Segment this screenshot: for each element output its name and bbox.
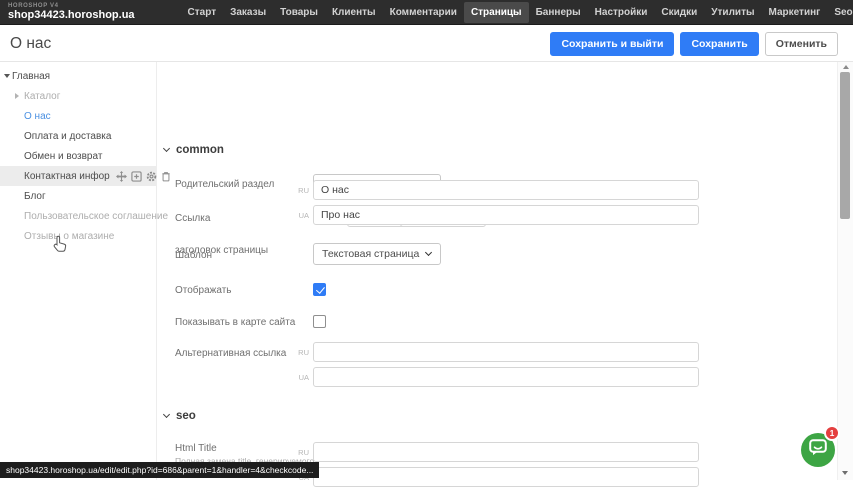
topbar-menu-item-4[interactable]: Комментарии: [383, 2, 464, 23]
cancel-button[interactable]: Отменить: [765, 32, 838, 56]
collapse-chevron-icon: [163, 411, 170, 418]
topbar-menu-item-6[interactable]: Баннеры: [529, 2, 588, 23]
sidebar-item-4[interactable]: Обмен и возврат: [0, 146, 156, 166]
sidebar-item-3[interactable]: Оплата и доставка: [0, 126, 156, 146]
settings-icon[interactable]: [146, 171, 157, 182]
alt-link-ua-input[interactable]: [313, 367, 699, 387]
vertical-scrollbar[interactable]: [837, 62, 853, 480]
chat-unread-badge: 1: [824, 425, 840, 441]
logo[interactable]: HOROSHOP V4 shop34423.horoshop.ua: [8, 3, 135, 21]
save-and-exit-button[interactable]: Сохранить и выйти: [550, 32, 674, 56]
topbar-menu-item-1[interactable]: Заказы: [223, 2, 273, 23]
lang-tag-ru: RU: [289, 348, 309, 357]
select-chevron-icon: [425, 249, 432, 256]
sidebar-item-label: Отзывы о магазине: [24, 231, 114, 242]
sidebar-item-2[interactable]: О нас: [0, 106, 156, 126]
section-title: common: [176, 144, 224, 156]
scroll-down-arrow-icon[interactable]: [842, 471, 848, 475]
template-select[interactable]: Текстовая страница: [313, 243, 441, 265]
sidebar-item-label: О нас: [24, 111, 51, 122]
lang-tag-ua: UA: [289, 211, 309, 220]
link-label: Ссылка: [175, 213, 210, 224]
topbar-menu-item-7[interactable]: Настройки: [588, 2, 655, 23]
section-header-common[interactable]: common: [164, 144, 224, 156]
sidebar-item-label: Обмен и возврат: [24, 151, 102, 162]
topbar-menu-item-9[interactable]: Утилиты: [704, 2, 761, 23]
chat-bubble-icon: [809, 439, 827, 461]
pages-tree-sidebar: Главная Каталог О нас Оплата и доставка Обме…: [0, 62, 157, 480]
add-icon[interactable]: [131, 171, 142, 182]
sidebar-item-8[interactable]: Отзывы о магазине: [0, 226, 156, 246]
sidebar-item-label: Главная: [12, 71, 50, 82]
html-title-label: Html Title: [175, 443, 217, 454]
collapse-chevron-icon: [163, 145, 170, 152]
caret-down-icon[interactable]: [4, 74, 10, 78]
sidebar-item-5[interactable]: Контактная инфор: [0, 166, 156, 186]
lang-tag-ua: UA: [289, 373, 309, 382]
page-heading-ru-input[interactable]: [313, 180, 699, 200]
header-buttons: Сохранить и выйти Сохранить Отменить: [550, 32, 838, 56]
scrollbar-thumb[interactable]: [840, 72, 850, 219]
display-checkbox[interactable]: [313, 283, 326, 296]
html-title-ua-input[interactable]: [313, 467, 699, 487]
save-button[interactable]: Сохранить: [680, 32, 758, 56]
sitemap-label: Показывать в карте сайта: [175, 317, 295, 328]
sidebar-item-label: Контактная инфор: [24, 171, 110, 182]
sidebar-item-label: Оплата и доставка: [24, 131, 111, 142]
page-heading-ua-input[interactable]: [313, 205, 699, 225]
sidebar-item-label: Пользовательское соглашение: [24, 211, 168, 222]
status-url-tooltip: shop34423.horoshop.ua/edit/edit.php?id=6…: [0, 462, 319, 478]
alt-link-label: Альтернативная ссылка: [175, 348, 286, 359]
topbar-menu-item-10[interactable]: Маркетинг: [762, 2, 828, 23]
topbar-menu: СтартЗаказыТоварыКлиентыКомментарииСтран…: [181, 2, 853, 23]
logo-domain-label: shop34423.horoshop.ua: [8, 10, 135, 21]
html-title-ru-input[interactable]: [313, 442, 699, 462]
sidebar-item-1[interactable]: Каталог: [0, 86, 156, 106]
template-value: Текстовая страница: [322, 248, 419, 260]
page-header: О нас Сохранить и выйти Сохранить Отмени…: [0, 25, 853, 62]
alt-link-ru-input[interactable]: [313, 342, 699, 362]
lang-tag-ru: RU: [289, 448, 309, 457]
page-title: О нас: [10, 35, 51, 53]
scroll-up-arrow-icon[interactable]: [843, 65, 849, 69]
topbar-menu-item-8[interactable]: Скидки: [654, 2, 704, 23]
sidebar-item-label: Блог: [24, 191, 46, 202]
topbar-menu-item-2[interactable]: Товары: [273, 2, 325, 23]
caret-right-icon[interactable]: [15, 93, 19, 99]
sidebar-item-7[interactable]: Пользовательское соглашение: [0, 206, 156, 226]
lang-tag-ru: RU: [289, 186, 309, 195]
sidebar-item-6[interactable]: Блог: [0, 186, 156, 206]
sidebar-item-label: Каталог: [24, 91, 60, 102]
topbar-menu-item-0[interactable]: Старт: [181, 2, 224, 23]
sidebar-item-0[interactable]: Главная: [0, 66, 156, 86]
display-label: Отображать: [175, 285, 231, 296]
section-header-seo[interactable]: seo: [164, 410, 196, 422]
topbar: HOROSHOP V4 shop34423.horoshop.ua СтартЗ…: [0, 0, 853, 25]
parent-section-label: Родительский раздел: [175, 179, 274, 190]
page-edit-form: common Родительский раздел Главная Ссылк…: [157, 62, 837, 480]
topbar-menu-item-3[interactable]: Клиенты: [325, 2, 383, 23]
topbar-menu-item-5[interactable]: Страницы: [464, 2, 529, 23]
template-label: Шаблон: [175, 250, 212, 261]
move-icon[interactable]: [116, 171, 127, 182]
sitemap-checkbox[interactable]: [313, 315, 326, 328]
section-title: seo: [176, 410, 196, 422]
topbar-menu-item-11[interactable]: Seo: [827, 2, 853, 23]
